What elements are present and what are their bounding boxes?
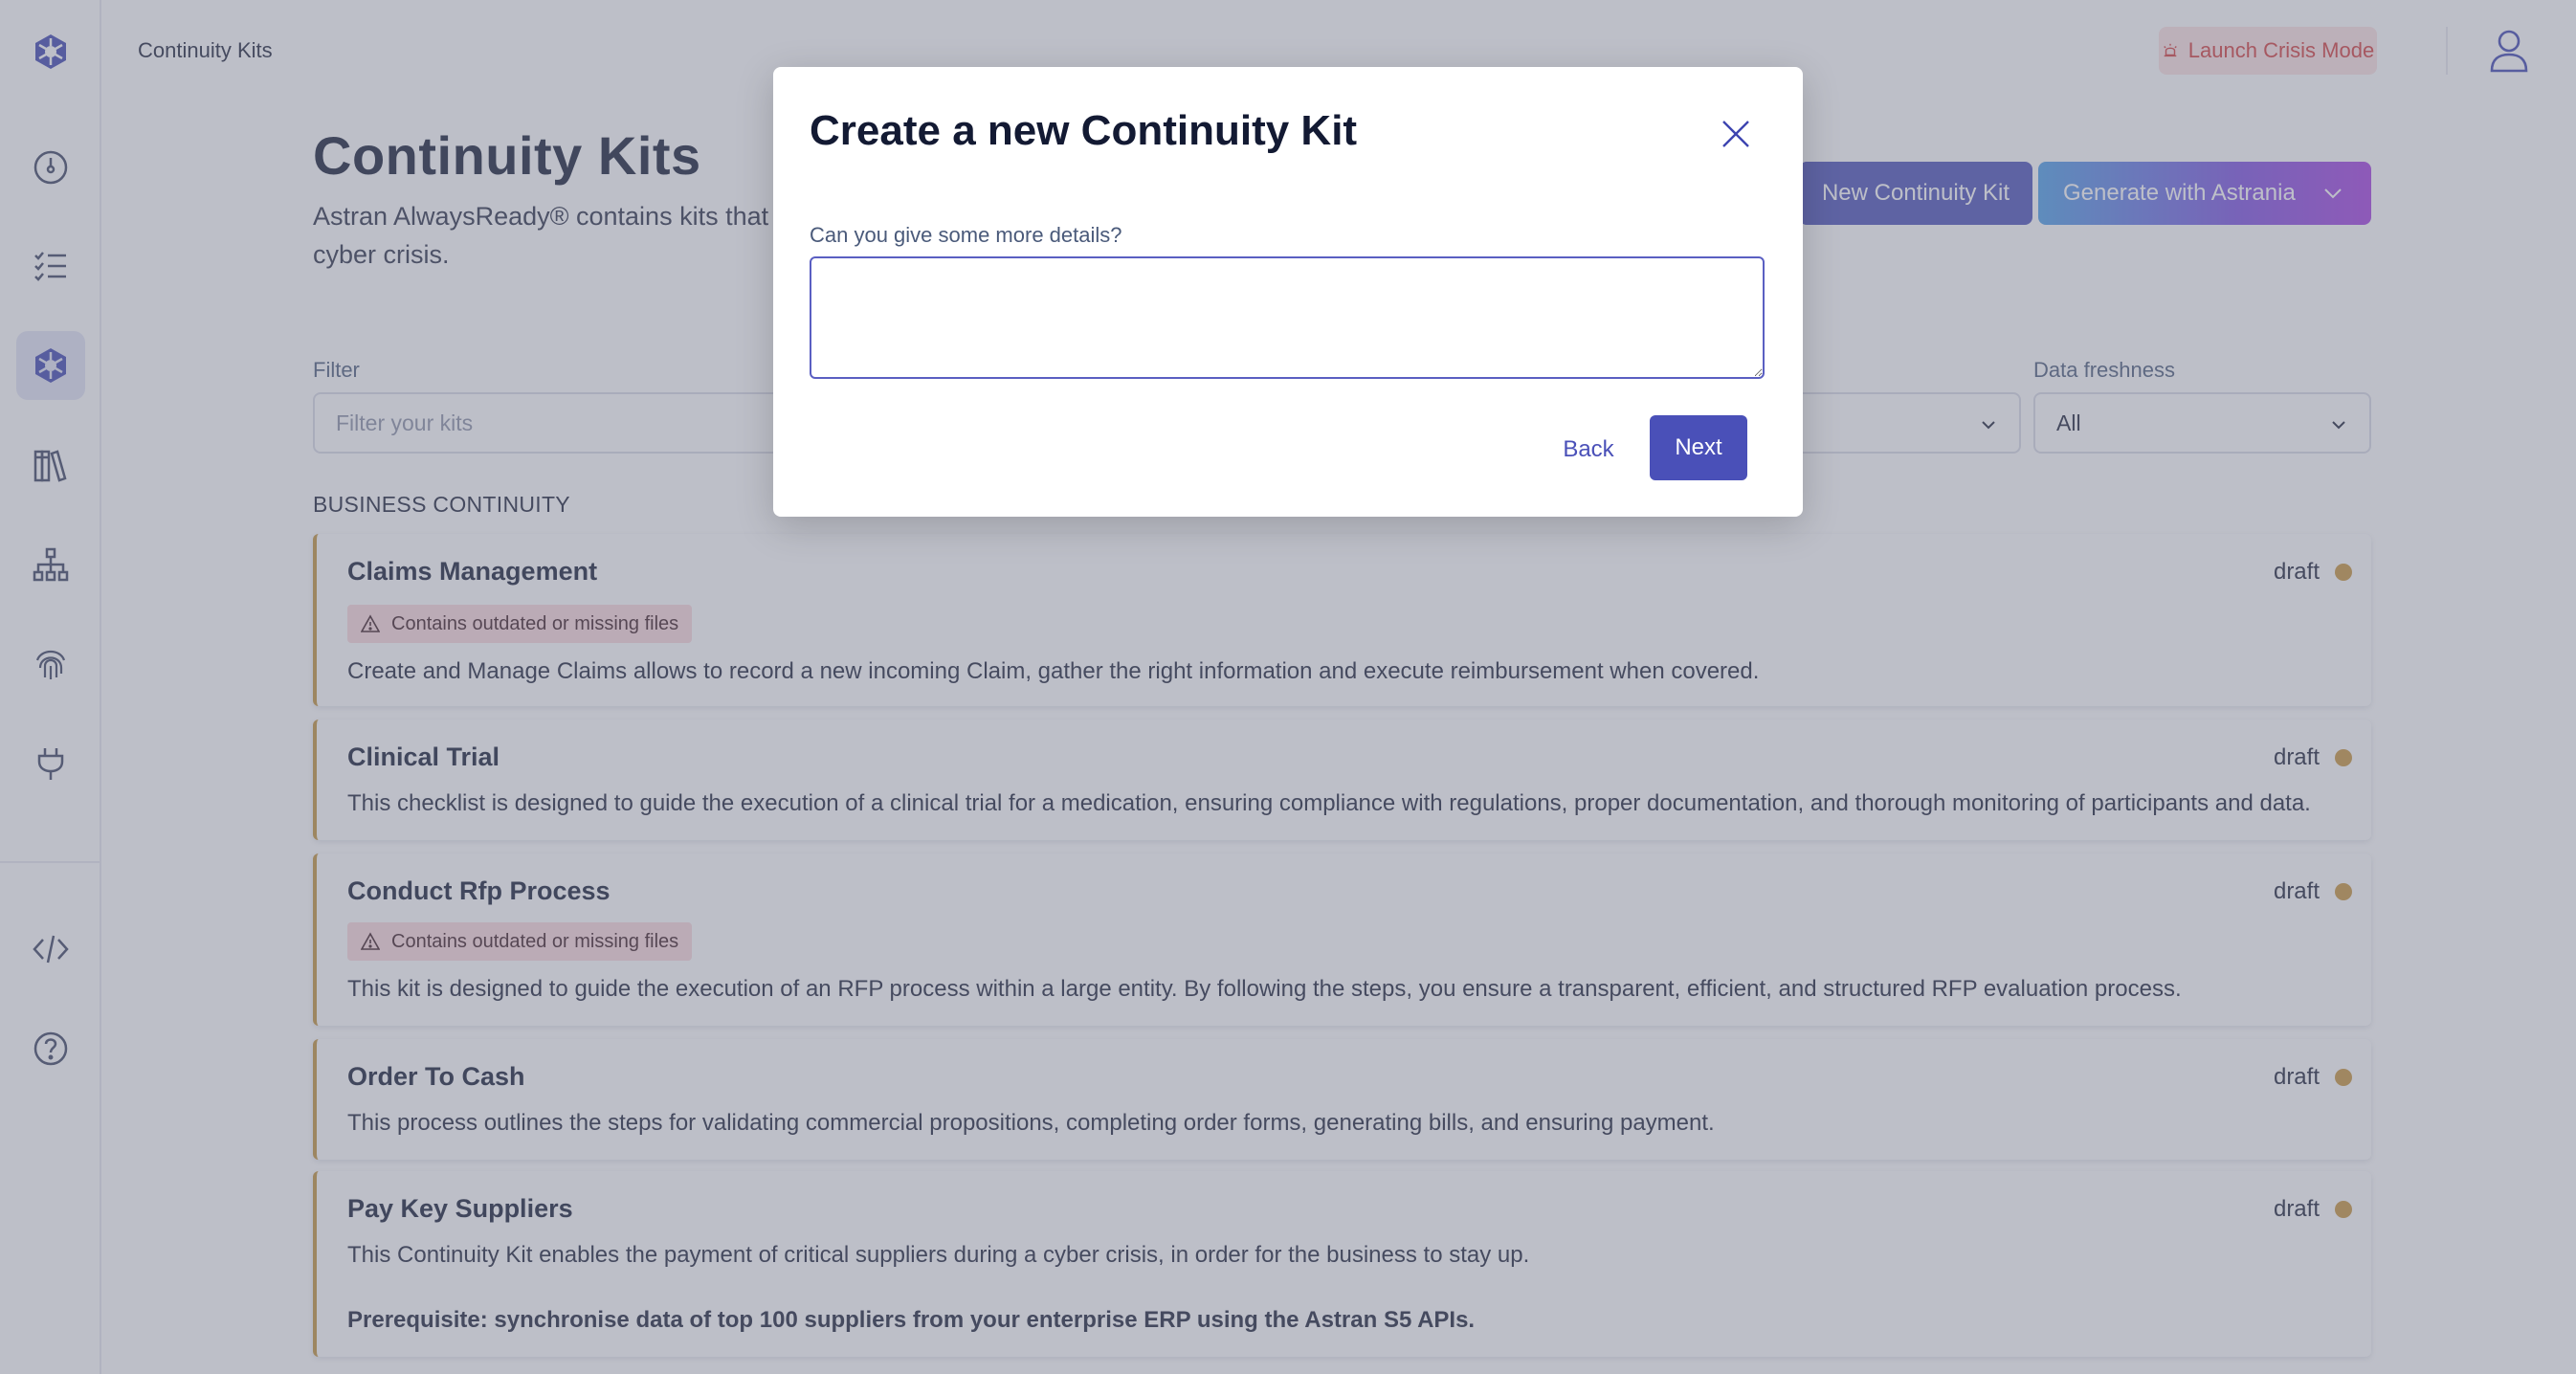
modal-title: Create a new Continuity Kit xyxy=(810,107,1358,154)
back-button[interactable]: Back xyxy=(1556,417,1621,482)
next-button[interactable]: Next xyxy=(1650,415,1747,480)
close-icon xyxy=(1722,121,1749,147)
details-textarea[interactable] xyxy=(810,256,1765,379)
close-button[interactable] xyxy=(1717,115,1755,153)
create-kit-modal: Create a new Continuity Kit Can you give… xyxy=(773,67,1803,517)
details-label: Can you give some more details? xyxy=(810,223,1122,247)
